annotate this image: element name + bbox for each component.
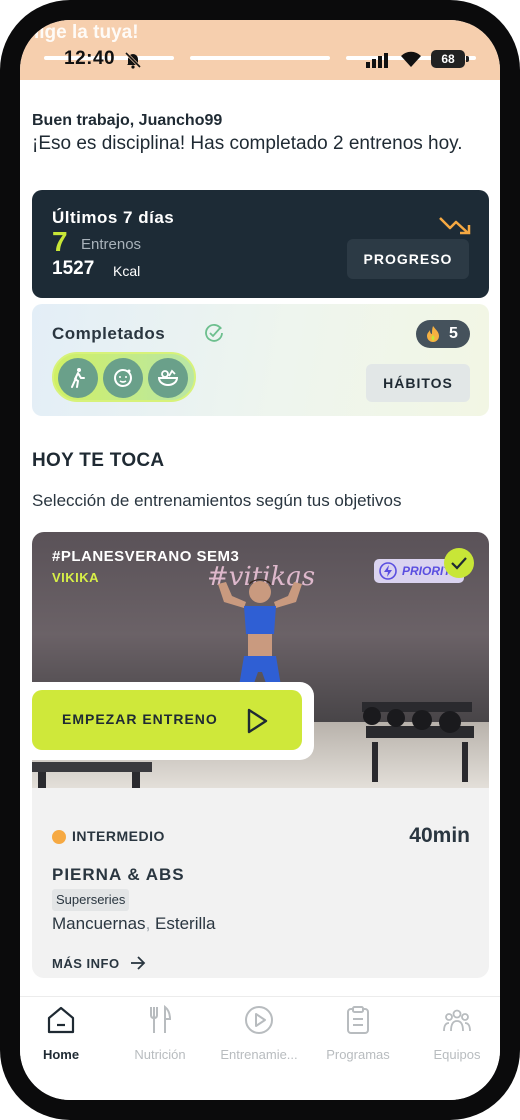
habits-card-title: Completados	[52, 324, 166, 343]
start-button-wrap: EMPEZAR ENTRENO	[32, 682, 314, 760]
salad-icon	[157, 369, 179, 386]
more-info-link[interactable]: MÁS INFO	[52, 956, 120, 971]
tab-label: Equipos	[433, 1047, 481, 1062]
flame-icon	[427, 326, 439, 342]
gym-equipment	[362, 702, 474, 782]
greeting-message: ¡Eso es disciplina! Has completado 2 ent…	[32, 133, 463, 154]
wifi-icon	[401, 51, 421, 67]
walking-icon	[71, 368, 85, 388]
workout-card[interactable]: #vitikas #PLANESVERANO SEM3 VIKIKA PRIOR…	[32, 532, 489, 978]
completed-habits	[52, 352, 196, 402]
signal-icon	[366, 53, 388, 68]
tab-nutrition[interactable]: Nutrición	[112, 1005, 208, 1065]
gym-equipment-left	[32, 762, 152, 788]
kcal-unit: Kcal	[113, 263, 141, 279]
workout-level: INTERMEDIO	[72, 828, 165, 844]
bell-muted-icon	[124, 51, 142, 69]
status-time: 12:40	[64, 48, 116, 69]
equipment-item: Esterilla	[155, 914, 216, 933]
start-workout-button[interactable]: EMPEZAR ENTRENO	[32, 690, 302, 750]
habit-nutrition[interactable]	[148, 358, 188, 398]
tab-training[interactable]: Entrenamie...	[211, 1005, 307, 1065]
check-circle-icon	[205, 324, 223, 342]
team-icon	[443, 1009, 471, 1032]
tab-label: Entrenamie...	[220, 1047, 298, 1062]
battery-indicator: 68	[431, 50, 469, 68]
lightning-icon	[379, 562, 397, 580]
streak-count: 5	[449, 325, 458, 342]
tab-teams[interactable]: Equipos	[409, 1005, 500, 1065]
app-screen: lige la tuya! 12:40 68 Buen trabajo, Jua…	[20, 20, 500, 1100]
weekly-progress-card[interactable]: Últimos 7 días 7 Entrenos 1527 Kcal PROG…	[32, 190, 489, 298]
workouts-count: 7	[52, 226, 68, 257]
arrow-right-icon[interactable]	[130, 956, 146, 970]
bottom-tab-bar: Home Nutrición Entrenamie... Programas E…	[20, 996, 500, 1100]
skincare-icon	[114, 369, 132, 387]
start-workout-label: EMPEZAR ENTRENO	[62, 711, 218, 727]
workout-duration: 40min	[409, 824, 470, 847]
kcal-value: 1527	[52, 258, 95, 279]
workouts-label: Entrenos	[81, 236, 142, 253]
coach-name: VIKIKA	[52, 570, 100, 585]
workout-title: PIERNA & ABS	[52, 865, 185, 884]
workout-equipment: Mancuernas, Esterilla	[52, 914, 216, 933]
workout-type-tag: Superseries	[52, 889, 130, 911]
play-icon	[247, 708, 268, 734]
section-subtitle: Selección de entrenamientos según tus ob…	[32, 491, 402, 510]
status-bar: lige la tuya! 12:40 68	[20, 20, 500, 80]
phone-frame: lige la tuya! 12:40 68 Buen trabajo, Jua…	[0, 0, 520, 1120]
progress-card-title: Últimos 7 días	[52, 208, 175, 227]
tab-programs[interactable]: Programas	[310, 1005, 406, 1065]
habits-card[interactable]: Completados 5 HÁBITOS	[32, 304, 489, 416]
check-icon	[451, 557, 467, 570]
completed-badge	[444, 548, 474, 578]
clipboard-icon	[347, 1006, 369, 1034]
habit-walking[interactable]	[58, 358, 98, 398]
play-circle-icon	[245, 1006, 273, 1034]
workout-plan-tag: #PLANESVERANO SEM3	[52, 548, 240, 565]
habits-button[interactable]: HÁBITOS	[366, 364, 470, 402]
tab-home[interactable]: Home	[20, 1005, 109, 1065]
equipment-item: Mancuernas	[52, 914, 146, 933]
tab-label: Nutrición	[134, 1047, 186, 1062]
home-icon	[47, 1006, 75, 1034]
banner-pill	[190, 56, 330, 60]
greeting-name: Buen trabajo, Juancho99	[32, 112, 223, 129]
section-title: HOY TE TOCA	[32, 450, 165, 471]
tab-label: Home	[42, 1047, 80, 1062]
tab-label: Programas	[326, 1047, 390, 1062]
level-indicator-dot	[52, 830, 66, 844]
progress-button[interactable]: PROGRESO	[347, 239, 469, 279]
promo-banner-text[interactable]: lige la tuya!	[34, 22, 139, 44]
streak-badge: 5	[416, 320, 470, 348]
trend-down-icon	[439, 217, 471, 235]
cutlery-icon	[150, 1005, 172, 1033]
habit-skincare[interactable]	[103, 358, 143, 398]
